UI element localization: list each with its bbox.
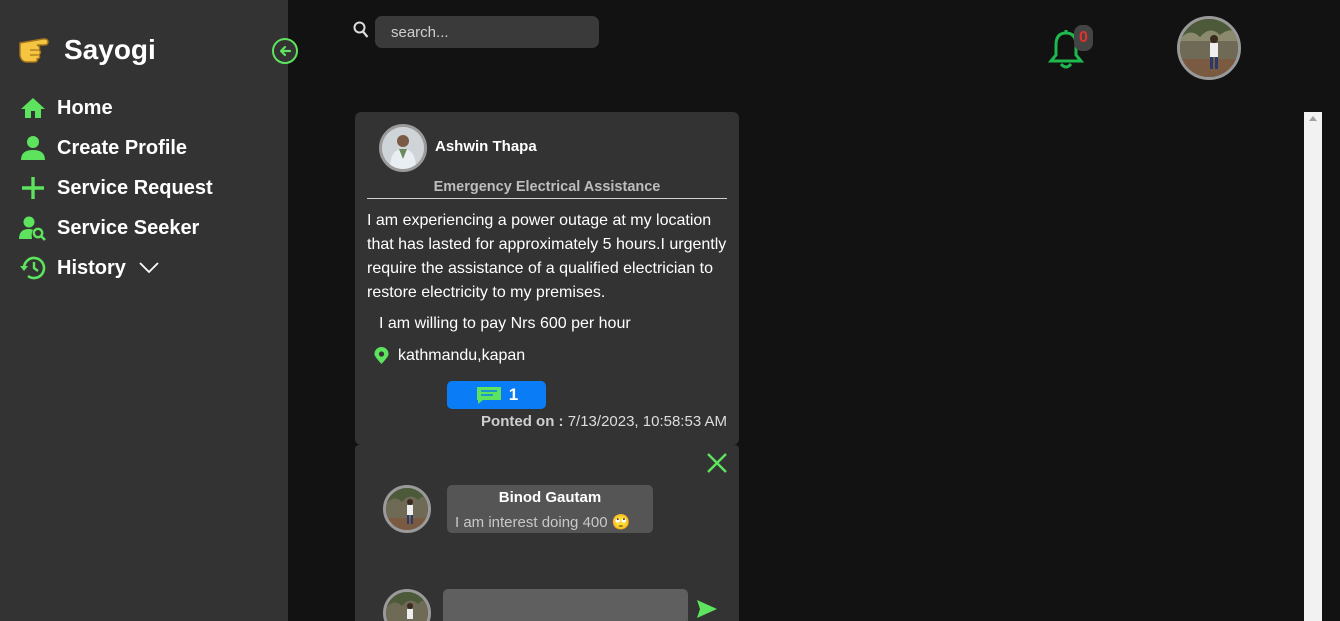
comments-button[interactable]: 1: [447, 381, 546, 409]
comment-text: I am interest doing 400 🙄: [455, 514, 631, 531]
comment-author[interactable]: Binod Gautam: [447, 489, 653, 506]
post-pay-rate: I am willing to pay Nrs 600 per hour: [379, 315, 631, 332]
posted-timestamp: Ponted on : 7/13/2023, 10:58:53 AM: [481, 413, 727, 430]
history-icon: [18, 253, 48, 283]
sidebar: Sayogi Home Create Profile Service Reque…: [0, 0, 298, 621]
pointing-hand-icon: [16, 30, 56, 70]
reply-input[interactable]: [443, 589, 688, 621]
brand[interactable]: Sayogi: [16, 30, 156, 70]
location-pin-icon: [373, 347, 390, 365]
comment-bubble: Binod Gautam I am interest doing 400 🙄: [447, 485, 653, 533]
close-icon[interactable]: [705, 451, 729, 475]
posted-label: Ponted on :: [481, 413, 564, 430]
collapse-sidebar-button[interactable]: [272, 38, 298, 64]
search-input[interactable]: [375, 16, 599, 48]
author-name[interactable]: Ashwin Thapa: [435, 138, 537, 155]
post-description: I am experiencing a power outage at my l…: [367, 212, 727, 301]
author-avatar[interactable]: [379, 124, 427, 172]
home-icon: [18, 93, 48, 123]
notification-count-badge: 0: [1074, 25, 1093, 51]
sidebar-item-label: History: [57, 256, 126, 279]
send-icon[interactable]: [695, 597, 719, 621]
sidebar-item-service-seeker[interactable]: Service Seeker: [18, 208, 213, 248]
comments-panel: Binod Gautam I am interest doing 400 🙄: [355, 445, 739, 621]
sidebar-item-history[interactable]: History: [18, 248, 213, 288]
brand-name: Sayogi: [64, 34, 156, 65]
plus-icon: [18, 173, 48, 203]
sidebar-item-service-request[interactable]: Service Request: [18, 168, 213, 208]
sidebar-item-home[interactable]: Home: [18, 88, 213, 128]
service-request-card: Ashwin Thapa Emergency Electrical Assist…: [355, 112, 739, 445]
scroll-up-arrow-icon[interactable]: [1309, 116, 1317, 121]
commenter-avatar[interactable]: [383, 485, 431, 533]
scrollbar[interactable]: [1304, 112, 1322, 621]
sidebar-item-label: Service Seeker: [57, 216, 200, 239]
post-title: Emergency Electrical Assistance: [367, 179, 727, 199]
search-icon: [353, 21, 369, 44]
sidebar-item-label: Create Profile: [57, 136, 188, 159]
sidebar-item-label: Service Request: [57, 176, 213, 199]
arrow-left-icon: [279, 45, 292, 57]
comment-count: 1: [508, 385, 519, 404]
user-avatar[interactable]: [1177, 16, 1241, 80]
sidebar-item-label: Home: [57, 96, 113, 119]
person-icon: [18, 133, 48, 163]
comment-icon: [475, 385, 503, 405]
sidebar-item-create-profile[interactable]: Create Profile: [18, 128, 213, 168]
person-search-icon: [18, 213, 48, 243]
chevron-down-icon[interactable]: [138, 261, 160, 275]
sidebar-nav: Home Create Profile Service Request Serv…: [18, 88, 213, 288]
post-location: kathmandu,kapan: [373, 347, 525, 365]
current-user-avatar: [383, 589, 431, 621]
location-text: kathmandu,kapan: [398, 347, 526, 364]
posted-date: 7/13/2023, 10:58:53 AM: [567, 413, 727, 430]
